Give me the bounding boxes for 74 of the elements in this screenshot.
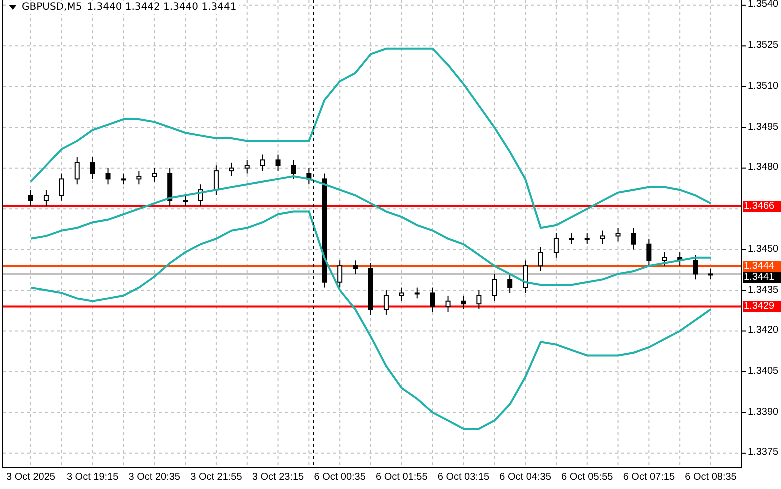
axis-label: 6 Oct 01:55 <box>376 472 428 484</box>
candle <box>430 287 436 313</box>
candle <box>693 254 698 280</box>
axis-label: 3 Oct 20:35 <box>128 472 180 484</box>
candle <box>214 165 219 196</box>
candle <box>229 162 234 177</box>
axis-label: 6 Oct 00:35 <box>314 472 366 484</box>
axis-label: 1.3495 <box>748 122 779 134</box>
candle <box>291 160 296 180</box>
candle <box>492 274 498 302</box>
candle <box>476 290 482 310</box>
axis-label: 3 Oct 21:55 <box>190 472 242 484</box>
candle <box>600 230 606 245</box>
candle <box>584 233 590 245</box>
price-tag: 1.3429 <box>743 301 781 312</box>
candle <box>538 246 544 272</box>
axis-label: 1.3450 <box>748 244 779 256</box>
dropdown-triangle-icon[interactable] <box>9 5 17 10</box>
price-tag: 1.3444 <box>743 260 781 272</box>
candle <box>136 170 142 186</box>
axis-label: 6 Oct 04:35 <box>500 472 552 484</box>
candle <box>399 287 404 302</box>
candle <box>28 190 34 207</box>
ohlc-values: 1.3440 1.3442 1.3440 1.3441 <box>87 1 237 14</box>
candle <box>461 295 466 310</box>
candle <box>508 274 513 294</box>
candle <box>662 252 668 267</box>
candle <box>121 173 126 186</box>
candle <box>616 228 621 242</box>
axis-label: 1.3510 <box>748 80 779 93</box>
candle <box>338 260 343 288</box>
candle <box>569 233 574 245</box>
candle <box>74 156 80 186</box>
candle <box>631 228 636 250</box>
candle <box>168 168 173 207</box>
price-tag: 1.3466 <box>743 200 781 212</box>
candle <box>414 287 420 300</box>
axis-label: 1.3435 <box>748 284 779 297</box>
candle <box>152 168 158 182</box>
candle <box>384 290 389 316</box>
axis-label: 1.3540 <box>748 0 779 12</box>
candle <box>646 238 652 267</box>
candle <box>44 190 49 207</box>
axis-label: 1.3480 <box>748 162 779 174</box>
axis-label: 3 Oct 23:15 <box>252 472 304 484</box>
candle <box>198 184 204 207</box>
candle <box>276 154 281 172</box>
axis-label: 6 Oct 08:35 <box>685 472 737 484</box>
candle <box>183 195 188 207</box>
candle <box>59 173 64 202</box>
candle <box>678 252 683 267</box>
price-tag: 1.3441 <box>743 272 781 283</box>
candle <box>106 168 111 186</box>
candle <box>708 268 714 280</box>
axis-label: 6 Oct 03:15 <box>438 472 490 484</box>
axis-label: 1.3420 <box>748 325 779 338</box>
candle <box>90 156 96 180</box>
axis-label: 1.3525 <box>748 40 779 52</box>
candle <box>554 233 559 258</box>
candle <box>260 154 266 172</box>
axis-label: 3 Oct 19:15 <box>66 472 119 484</box>
candle <box>244 160 250 174</box>
axis-label: 6 Oct 05:55 <box>562 472 614 484</box>
axis-label: 1.3390 <box>748 406 779 419</box>
symbol-label: GBPUSD,M5 <box>22 1 82 14</box>
axis-label: 3 Oct 2025 <box>6 472 56 484</box>
axis-label: 1.3405 <box>748 366 779 378</box>
candle <box>353 260 358 275</box>
candle <box>368 262 374 316</box>
candle <box>446 295 451 313</box>
axis-label: 6 Oct 07:15 <box>623 472 676 484</box>
axis-label: 1.3375 <box>748 447 779 460</box>
candle <box>523 260 528 294</box>
candle <box>306 168 312 186</box>
